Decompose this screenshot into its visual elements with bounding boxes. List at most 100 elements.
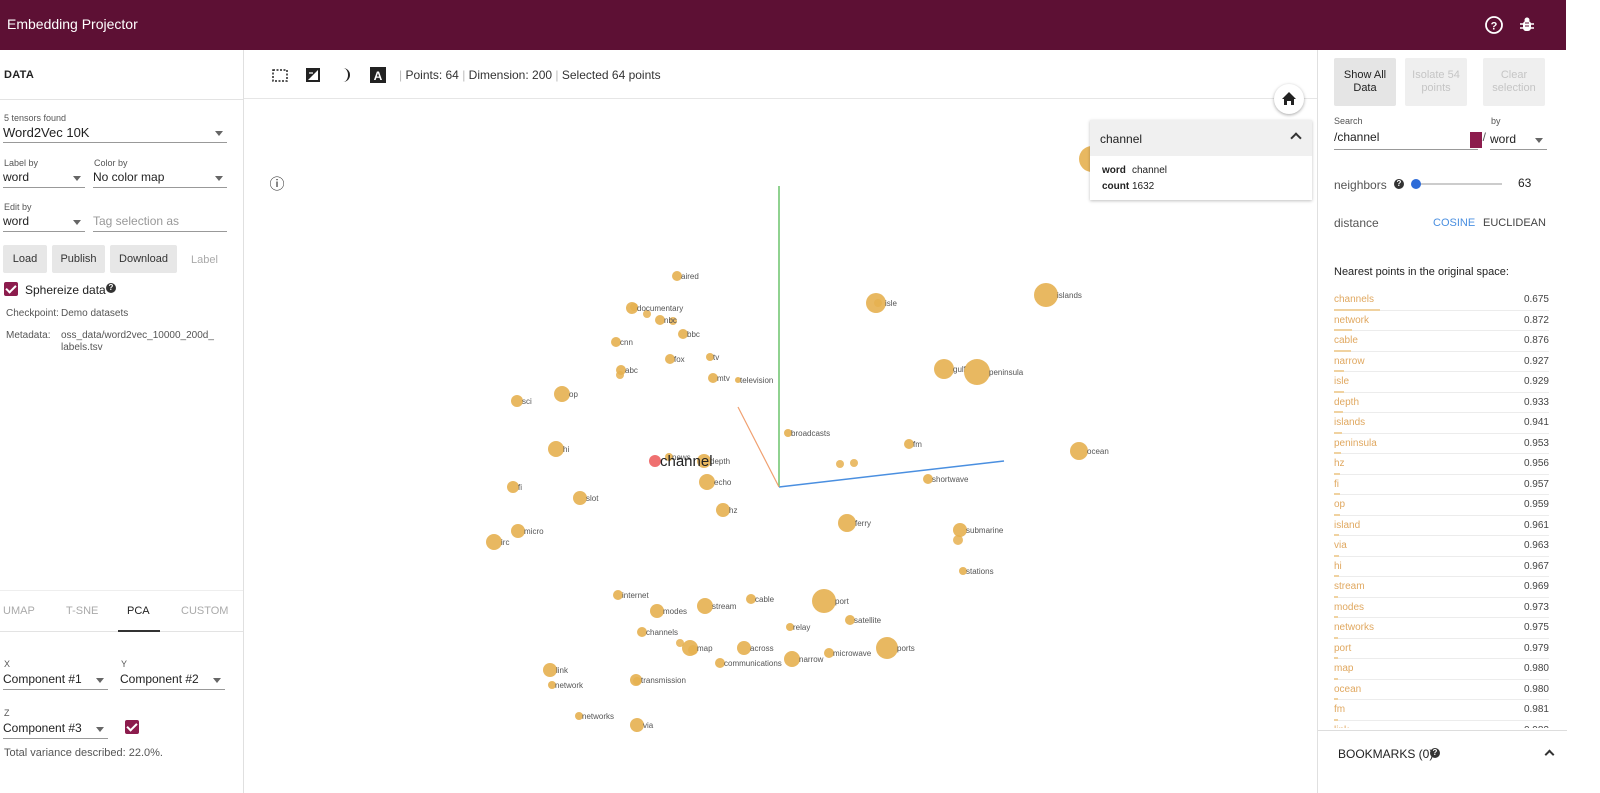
search-input[interactable]: /channel / xyxy=(1334,130,1486,150)
bookmarks-panel[interactable]: BOOKMARKS (0) ? xyxy=(1318,730,1567,793)
scatter-point[interactable] xyxy=(838,514,856,532)
nearest-point-row[interactable]: hi 0.967 xyxy=(1334,557,1549,577)
nearest-point-row[interactable]: networks 0.975 xyxy=(1334,618,1549,639)
download-button[interactable]: Download xyxy=(110,245,177,273)
search-by-select[interactable]: word xyxy=(1490,130,1547,150)
neighbors-slider-track[interactable] xyxy=(1411,179,1502,189)
nearest-point-row[interactable]: modes 0.973 xyxy=(1334,598,1549,618)
card-header[interactable]: channel xyxy=(1090,120,1312,156)
scatter-plot[interactable]: ⓘ aired documentary nbc bbc cnn fox tv abc mtv te… xyxy=(244,99,1317,793)
scatter-point[interactable] xyxy=(630,718,644,732)
chevron-up-icon[interactable] xyxy=(1544,749,1555,760)
x-component-select[interactable]: Component #1 xyxy=(3,670,108,690)
point-label: channels xyxy=(646,628,678,637)
scatter-point[interactable] xyxy=(737,641,751,655)
nearest-point-row[interactable]: cable 0.876 xyxy=(1334,331,1549,352)
neighbors-slider-thumb[interactable] xyxy=(1411,179,1421,189)
night-mode-icon[interactable] xyxy=(304,66,322,84)
scatter-point[interactable] xyxy=(812,589,836,613)
scatter-point[interactable] xyxy=(573,491,587,505)
label-by-select[interactable]: word xyxy=(3,168,85,188)
chevron-up-icon[interactable] xyxy=(1290,132,1302,144)
regex-toggle[interactable] xyxy=(1470,132,1482,148)
scatter-point[interactable] xyxy=(866,293,886,313)
help-icon[interactable]: ? xyxy=(106,283,116,293)
sphereize-checkbox[interactable] xyxy=(4,282,18,296)
nearest-point-row[interactable]: map 0.980 xyxy=(1334,659,1549,680)
nearest-point-row[interactable]: stream 0.969 xyxy=(1334,577,1549,598)
z-enabled-checkbox[interactable] xyxy=(125,720,139,734)
load-button[interactable]: Load xyxy=(3,245,47,273)
edit-by-select[interactable]: word xyxy=(3,212,85,232)
isolate-points-button[interactable]: Isolate 54 points xyxy=(1405,58,1467,106)
nearest-point-row[interactable]: link 0.982 xyxy=(1334,721,1549,729)
point-label: port xyxy=(835,597,850,606)
scatter-point[interactable] xyxy=(548,441,564,457)
nearest-point-row[interactable]: network 0.872 xyxy=(1334,311,1549,331)
projector-canvas[interactable]: A | Points: 64 | Dimension: 200 | Select… xyxy=(244,50,1317,793)
scatter-point[interactable] xyxy=(486,534,502,550)
scatter-point[interactable] xyxy=(876,637,898,659)
color-by-select[interactable]: No color map xyxy=(93,168,227,188)
help-icon[interactable]: ? xyxy=(1484,15,1504,35)
publish-button[interactable]: Publish xyxy=(52,245,105,273)
point-label: mtv xyxy=(717,374,730,383)
scatter-point[interactable] xyxy=(682,640,698,656)
clear-selection-button[interactable]: Clear selection xyxy=(1483,58,1545,106)
scatter-point[interactable] xyxy=(716,503,730,517)
scatter-point[interactable] xyxy=(650,604,664,618)
toolbar-stats: | Points: 64 | Dimension: 200 | Selected… xyxy=(399,68,661,82)
tab-tsne[interactable]: T-SNE xyxy=(66,605,98,617)
label-button[interactable]: Label xyxy=(191,254,218,266)
scatter-point[interactable] xyxy=(850,459,858,467)
tab-custom[interactable]: CUSTOM xyxy=(181,605,228,617)
tag-selection-input[interactable]: Tag selection as xyxy=(93,212,227,232)
nearest-point-row[interactable]: isle 0.929 xyxy=(1334,372,1549,393)
reset-view-button[interactable] xyxy=(1274,84,1304,114)
scatter-point[interactable] xyxy=(953,523,967,537)
nearest-point-row[interactable]: channels 0.675 xyxy=(1334,290,1549,311)
y-component-select[interactable]: Component #2 xyxy=(120,670,225,690)
moon-icon[interactable] xyxy=(337,66,355,84)
cosine-button[interactable]: COSINE xyxy=(1433,217,1475,229)
scatter-point[interactable] xyxy=(697,598,713,614)
selected-point-label: channel xyxy=(660,453,713,470)
labels-3d-icon[interactable]: A xyxy=(369,66,387,84)
nearest-point-row[interactable]: ocean 0.980 xyxy=(1334,680,1549,700)
nearest-point-row[interactable]: island 0.961 xyxy=(1334,516,1549,536)
help-icon[interactable]: ? xyxy=(1430,748,1440,758)
scatter-point[interactable] xyxy=(511,524,525,538)
help-icon[interactable]: ⓘ xyxy=(269,176,284,193)
scatter-point[interactable] xyxy=(934,359,954,379)
scatter-point[interactable] xyxy=(699,474,715,490)
tab-pca[interactable]: PCA xyxy=(127,605,150,617)
nearest-point-row[interactable]: peninsula 0.953 xyxy=(1334,434,1549,454)
scatter-point[interactable] xyxy=(1034,283,1058,307)
nearest-point-row[interactable]: depth 0.933 xyxy=(1334,393,1549,413)
nearest-point-row[interactable]: via 0.963 xyxy=(1334,536,1549,557)
bug-report-icon[interactable] xyxy=(1517,15,1537,35)
scatter-point[interactable] xyxy=(1070,442,1088,460)
nearest-point-row[interactable]: narrow 0.927 xyxy=(1334,352,1549,372)
nearest-point-row[interactable]: hz 0.956 xyxy=(1334,454,1549,475)
chevron-down-icon xyxy=(96,727,104,732)
scatter-point[interactable] xyxy=(554,386,570,402)
nearest-point-row[interactable]: op 0.959 xyxy=(1334,495,1549,516)
nearest-point-row[interactable]: fm 0.981 xyxy=(1334,700,1549,721)
show-all-data-button[interactable]: Show All Data xyxy=(1334,58,1396,106)
scatter-point[interactable] xyxy=(964,359,990,385)
select-mode-icon[interactable] xyxy=(271,66,289,84)
nearest-word: op xyxy=(1334,499,1346,510)
nearest-point-row[interactable]: islands 0.941 xyxy=(1334,413,1549,434)
scatter-point[interactable] xyxy=(543,663,557,677)
nearest-word: channels xyxy=(1334,294,1375,305)
tensor-select[interactable]: Word2Vec 10K xyxy=(3,123,227,143)
tab-umap[interactable]: UMAP xyxy=(3,605,35,617)
euclidean-button[interactable]: EUCLIDEAN xyxy=(1483,217,1546,229)
scatter-point[interactable] xyxy=(836,460,844,468)
help-icon[interactable]: ? xyxy=(1394,179,1404,189)
scatter-point[interactable] xyxy=(784,651,800,667)
z-component-select[interactable]: Component #3 xyxy=(3,719,108,739)
nearest-point-row[interactable]: port 0.979 xyxy=(1334,639,1549,659)
nearest-point-row[interactable]: fi 0.957 xyxy=(1334,475,1549,495)
